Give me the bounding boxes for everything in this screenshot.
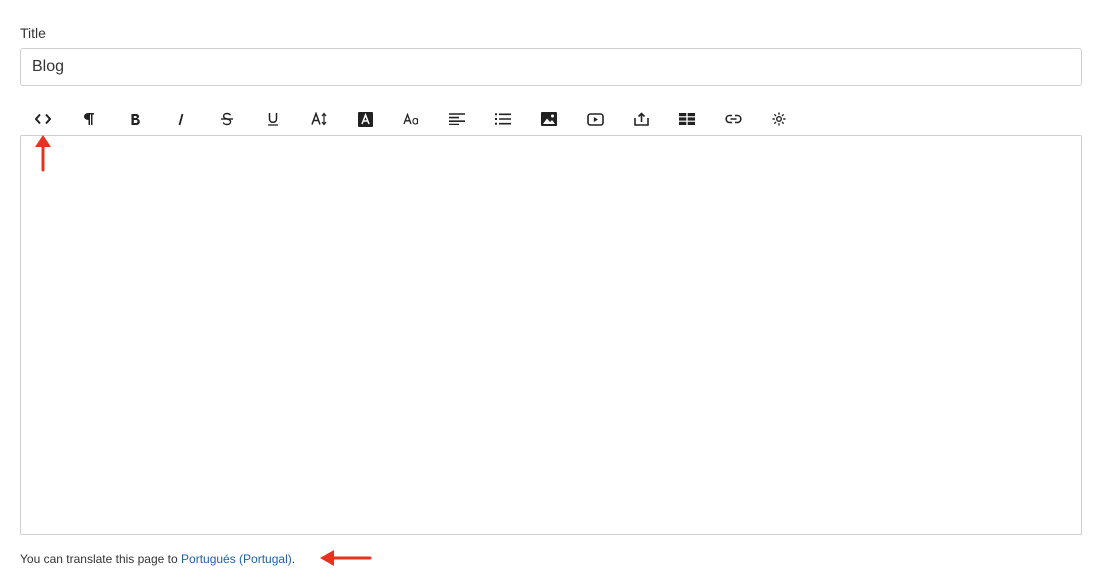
- paragraph-format-button[interactable]: [74, 104, 104, 134]
- pilcrow-icon: [84, 113, 94, 125]
- insert-link-button[interactable]: [718, 104, 748, 134]
- align-button[interactable]: [442, 104, 472, 134]
- strikethrough-icon: [221, 112, 233, 126]
- upload-file-button[interactable]: [626, 104, 656, 134]
- strikethrough-button[interactable]: [212, 104, 242, 134]
- editor-toolbar: [20, 104, 1082, 134]
- title-input[interactable]: [20, 48, 1082, 86]
- translate-link[interactable]: Portugués (Portugal): [181, 552, 292, 566]
- translate-note: You can translate this page to Portugués…: [20, 552, 295, 566]
- translate-note-suffix: .: [291, 552, 296, 566]
- annotation-arrow-up-icon: [35, 135, 51, 172]
- font-size-button[interactable]: [304, 104, 334, 134]
- image-icon: [541, 112, 557, 126]
- font-size-icon: [310, 112, 326, 126]
- video-icon: [586, 112, 604, 126]
- link-icon: [724, 114, 742, 124]
- table-icon: [679, 113, 695, 125]
- title-label: Title: [20, 25, 46, 41]
- text-color-button[interactable]: [350, 104, 380, 134]
- bullet-list-icon: [495, 113, 511, 125]
- underline-icon: [268, 113, 278, 126]
- code-view-button[interactable]: [28, 104, 58, 134]
- blog-edit-page: Title Blog You can translate this page t…: [0, 0, 1102, 585]
- list-button[interactable]: [488, 104, 518, 134]
- font-family-button[interactable]: [396, 104, 426, 134]
- underline-button[interactable]: [258, 104, 288, 134]
- text-color-icon: [357, 111, 373, 127]
- italic-icon: [178, 113, 184, 125]
- content-editor[interactable]: [20, 135, 1082, 535]
- code-icon: [35, 113, 51, 125]
- bold-button[interactable]: [120, 104, 150, 134]
- annotation-arrow-left-icon: [320, 550, 372, 566]
- gear-icon: [772, 112, 786, 126]
- upload-icon: [633, 112, 649, 126]
- align-left-icon: [449, 113, 465, 125]
- more-options-button[interactable]: [764, 104, 794, 134]
- translate-note-prefix: You can translate this page to: [20, 552, 182, 566]
- bold-icon: [131, 113, 140, 125]
- font-family-icon: [402, 113, 418, 125]
- insert-table-button[interactable]: [672, 104, 702, 134]
- insert-video-button[interactable]: [580, 104, 610, 134]
- insert-image-button[interactable]: [534, 104, 564, 134]
- italic-button[interactable]: [166, 104, 196, 134]
